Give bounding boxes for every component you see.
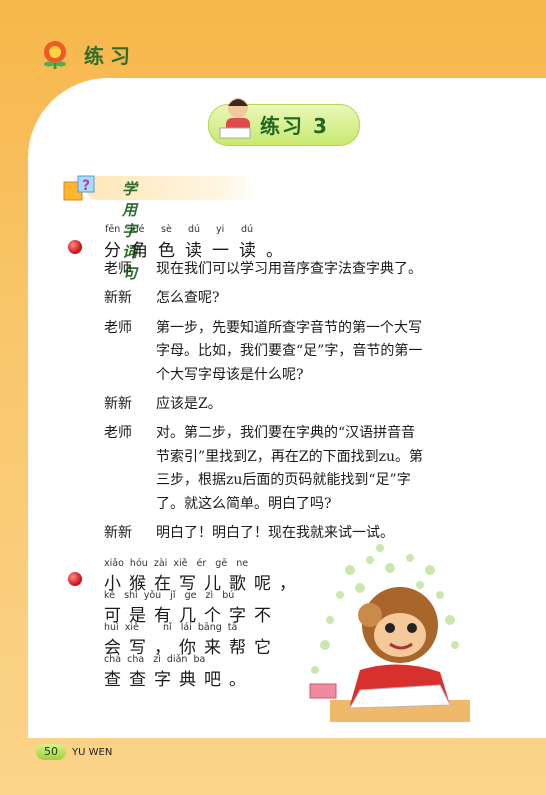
bullet-icon [68,572,82,586]
question-mark-icon: ? [60,168,108,212]
speech-line: 字母。比如，我们要查“足”字，音节的第一 [156,343,423,360]
speech-line: 节索引”里找到Z，再在Z的下面找到zu。第 [156,448,424,465]
poem-pinyin: chá cha zì diǎn ba [104,654,206,665]
flower-icon [40,39,70,69]
page-number: 50 [36,744,66,760]
poem-pinyin: xiǎo hóu zài xiě ér gē ne [104,558,249,569]
speech-line: 三步，根据zu后面的页码就能找到“足”字 [156,472,411,489]
speaker-label: 新新 [104,290,132,307]
speaker-label: 新新 [104,525,132,542]
dialog-block: 老师 现在我们可以学习用音序查字法查字典了。 新新 怎么查呢? 老师 第一步，先… [104,258,484,545]
exercise-banner: 练习 3 [208,98,360,148]
svg-text:?: ? [82,178,90,194]
speaker-label: 新新 [104,396,132,413]
dialog-row: 老师 现在我们可以学习用音序查字法查字典了。 [104,258,484,281]
dialog-row: 新新 怎么查呢? [104,287,484,310]
speech-line: 怎么查呢? [156,290,220,307]
speech-line: 应该是Z。 [156,396,222,413]
bullet-icon [68,240,82,254]
section-bar [86,176,256,200]
speech-line: 对。第二步，我们要在字典的“汉语拼音音 [156,425,416,442]
page-footer: 50 YU WEN [36,744,112,760]
speech-line: 个大写字母该是什么呢? [156,366,304,383]
speech-line: 了。就这么简单。明白了吗? [156,495,332,512]
speech-line: 第一步，先要知道所查字音节的第一个大写 [156,319,422,336]
poem-line: 查查字典吧。 [104,670,254,690]
dialog-row: 老师 对。第二步，我们要在字典的“汉语拼音音 节索引”里找到Z，再在Z的下面找到… [104,422,484,516]
monkey-writing-illustration [290,540,470,730]
banner-title: 练习 3 [260,114,329,138]
poem-pinyin: kě shì yǒu jǐ ge zì bú [104,590,235,601]
speaker-label: 老师 [104,319,132,336]
speech-line: 现在我们可以学习用音序查字法查字典了。 [156,261,422,277]
header-title: 练习 [84,43,136,68]
poem-pinyin: huì xiě nǐ lái bāng tā [104,622,238,633]
dialog-row: 新新 应该是Z。 [104,393,484,416]
speaker-label: 老师 [104,261,132,277]
dialog-row: 老师 第一步，先要知道所查字音节的第一个大写 字母。比如，我们要查“足”字，音节… [104,317,484,387]
speaker-label: 老师 [104,425,132,442]
reading-child-icon [218,94,258,148]
page-header: 练习 [40,34,136,74]
footer-label: YU WEN [72,746,113,758]
